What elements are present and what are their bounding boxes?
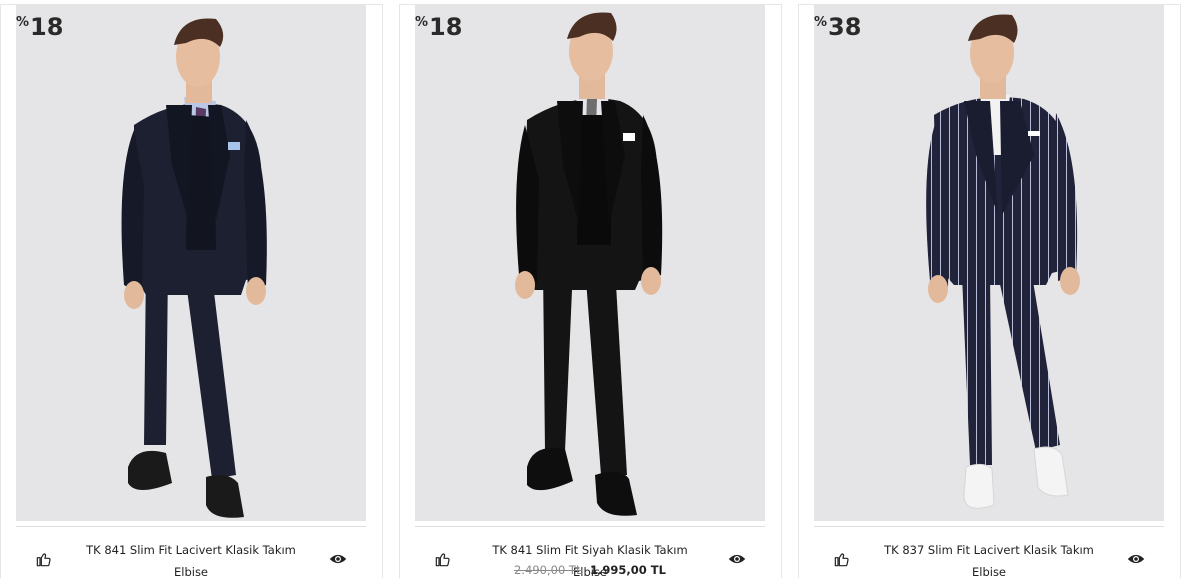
discount-percent-symbol: % [16,15,30,30]
product-image[interactable]: % 18 [16,5,366,521]
thumbs-up-icon [36,553,51,567]
product-title[interactable]: TK 841 Slim Fit Lacivert Klasik Takım El… [76,539,306,578]
quick-view-button[interactable] [1126,551,1146,567]
product-title-line2: Elbise [971,565,1007,578]
discount-value: 38 [828,13,862,41]
model-illustration [926,14,1080,509]
product-card[interactable]: % 18 TK 841 Slim Fit Lacivert Klasik Tak… [0,4,383,578]
product-card[interactable]: % 18 TK 841 Slim Fit Siyah Klasik Takım … [399,4,782,578]
product-title-line1: TK 841 Slim Fit Lacivert Klasik Takım [86,543,296,557]
product-info: TK 837 Slim Fit Lacivert Klasik Takım El… [814,527,1164,578]
thumbs-up-icon [435,553,450,567]
old-price: 2.490,00 TL [514,563,583,577]
product-title-line1: TK 837 Slim Fit Lacivert Klasik Takım [884,543,1094,557]
model-illustration [121,18,267,518]
price: 2.490,00 TL 1.995,00 TL [475,561,705,578]
quick-view-button[interactable] [727,551,747,567]
product-info: TK 841 Slim Fit Lacivert Klasik Takım El… [16,527,366,578]
product-title-line2: Elbise [173,565,209,578]
eye-icon [1127,554,1145,564]
thumbs-up-icon [834,553,849,567]
like-button[interactable] [433,549,453,569]
discount-badge: % 38 [814,15,861,39]
product-card[interactable]: % 38 TK 837 Slim Fit Lacivert Klasik Tak… [798,4,1181,578]
model-illustration [515,12,663,516]
eye-icon [728,554,746,564]
discount-percent-symbol: % [814,15,828,30]
product-title[interactable]: TK 837 Slim Fit Lacivert Klasik Takım El… [874,539,1104,578]
product-image[interactable]: % 18 [415,5,765,521]
quick-view-button[interactable] [328,551,348,567]
discount-badge: % 18 [415,15,462,39]
eye-icon [329,554,347,564]
product-info: TK 841 Slim Fit Siyah Klasik Takım Elbis… [415,527,765,578]
discount-value: 18 [30,13,64,41]
discount-percent-symbol: % [415,15,429,30]
sale-price: 1.995,00 TL [590,563,666,577]
product-image[interactable]: % 38 [814,5,1164,521]
like-button[interactable] [34,549,54,569]
like-button[interactable] [832,549,852,569]
discount-value: 18 [429,13,463,41]
discount-badge: % 18 [16,15,63,39]
